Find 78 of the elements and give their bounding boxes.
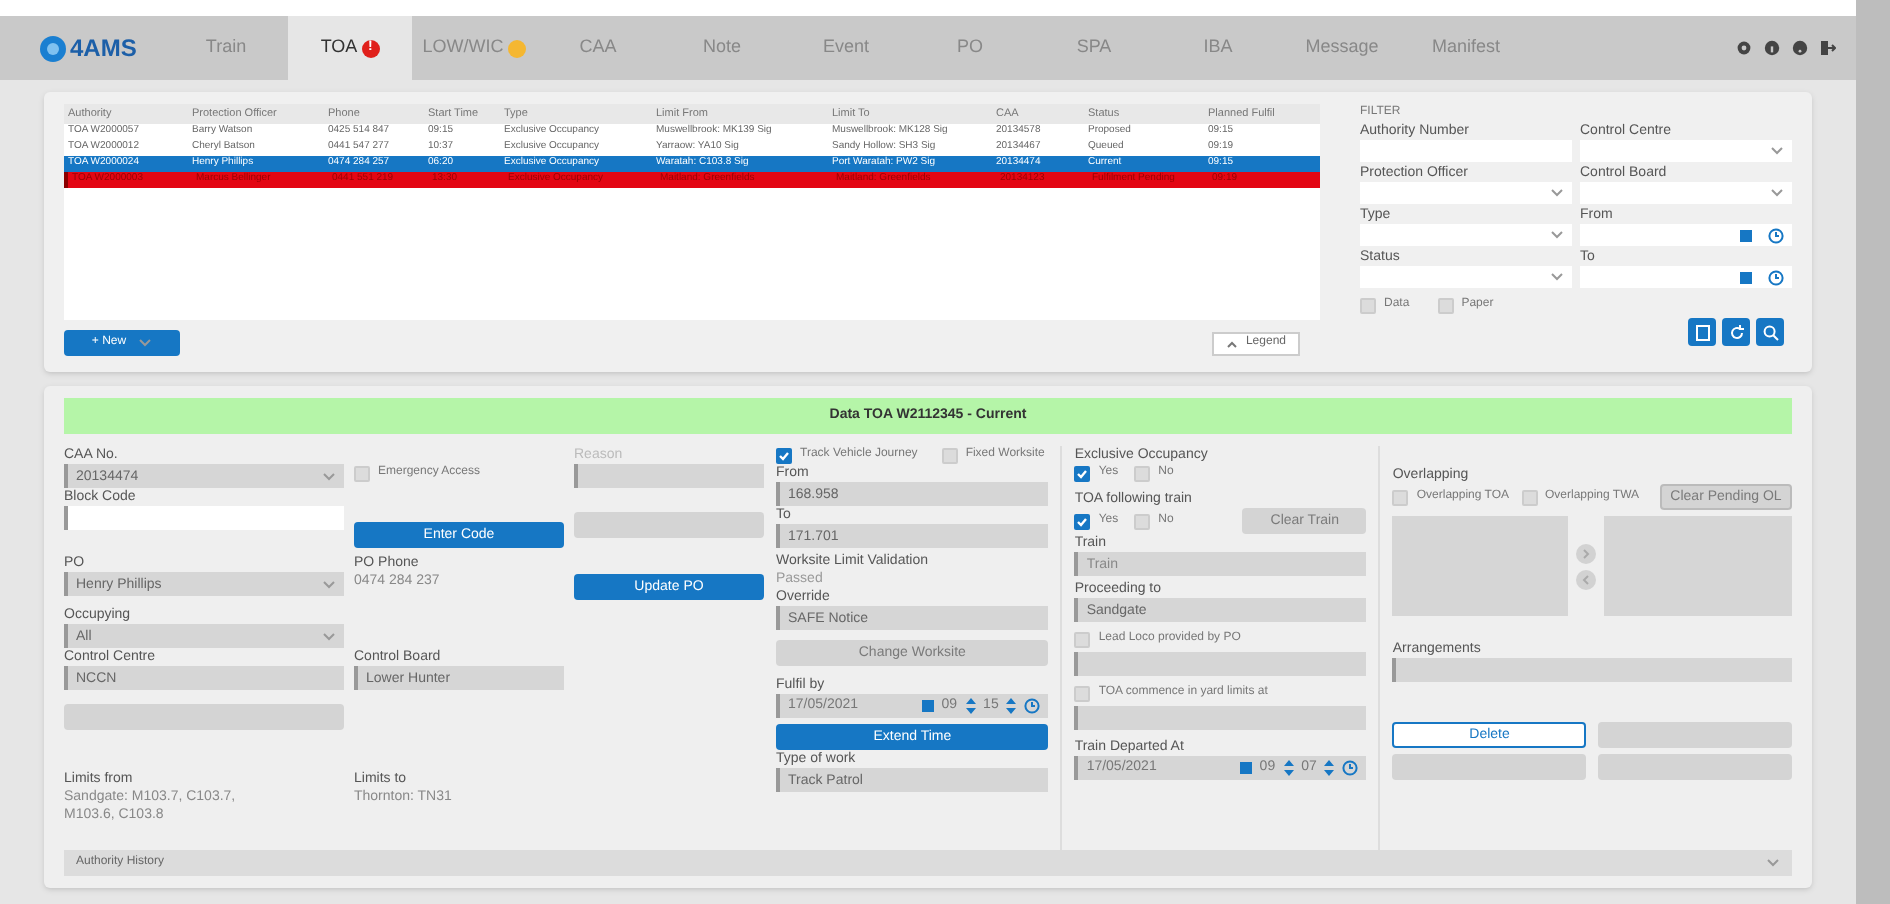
badge xyxy=(507,39,526,57)
clock-icon xyxy=(1342,760,1359,776)
tab[interactable]: PO xyxy=(908,16,1032,80)
checkbox[interactable] xyxy=(1392,489,1409,505)
checkbox[interactable] xyxy=(776,447,792,463)
chevron-right-icon[interactable] xyxy=(1576,543,1597,563)
clipboard-button[interactable] xyxy=(1688,318,1716,346)
refresh-icon xyxy=(1727,323,1745,341)
button[interactable] xyxy=(64,704,344,730)
refresh-button[interactable] xyxy=(1722,318,1750,346)
chevron-down-icon xyxy=(1550,188,1564,198)
checkbox[interactable] xyxy=(1134,513,1151,529)
search-icon xyxy=(1761,323,1779,341)
spinner-arrows-icon xyxy=(965,698,976,714)
settings-icon[interactable] xyxy=(1736,40,1752,56)
logout-icon[interactable] xyxy=(1820,40,1836,56)
tab[interactable]: LOW/WIC xyxy=(412,16,536,80)
input-field[interactable] xyxy=(64,506,344,530)
dropdown[interactable] xyxy=(1580,182,1792,204)
datetime-field[interactable] xyxy=(1580,224,1792,246)
chevron-down-icon xyxy=(1766,858,1780,868)
input-field[interactable] xyxy=(1392,658,1792,682)
list-box[interactable] xyxy=(1392,516,1569,616)
button[interactable] xyxy=(574,512,764,538)
dropdown[interactable] xyxy=(1580,140,1792,162)
calendar-icon xyxy=(1239,762,1252,774)
chevron-down-icon xyxy=(1770,188,1784,198)
calendar-icon xyxy=(1740,229,1752,241)
tab[interactable]: Note xyxy=(660,16,784,80)
checkbox[interactable] xyxy=(1134,465,1151,481)
button[interactable] xyxy=(1598,754,1792,780)
brand-name: 4AMS xyxy=(70,32,137,66)
tab[interactable]: CAA xyxy=(536,16,660,80)
button[interactable] xyxy=(1392,754,1587,780)
input-field[interactable] xyxy=(1074,652,1367,676)
datetime-field[interactable] xyxy=(1580,266,1792,288)
chevron-left-icon[interactable] xyxy=(1576,569,1597,589)
chevron-down-icon xyxy=(1550,230,1564,240)
tab[interactable]: SPA xyxy=(1032,16,1156,80)
button[interactable] xyxy=(1598,722,1792,748)
chevron-down-icon xyxy=(322,631,336,641)
checkbox[interactable] xyxy=(1074,465,1091,481)
search-button[interactable] xyxy=(1756,318,1784,346)
list-box[interactable] xyxy=(1604,516,1792,616)
tab[interactable]: Message xyxy=(1280,16,1404,80)
checkbox[interactable] xyxy=(1074,685,1091,701)
chevron-down-icon xyxy=(138,338,153,348)
tab[interactable]: Manifest xyxy=(1404,16,1528,80)
chevron-down-icon xyxy=(1770,146,1784,156)
tab[interactable]: Train xyxy=(164,16,288,80)
input-field[interactable] xyxy=(1074,706,1367,730)
help-icon[interactable] xyxy=(1792,40,1808,56)
calendar-icon xyxy=(1740,271,1752,283)
info-icon[interactable] xyxy=(1764,40,1780,56)
dropdown[interactable] xyxy=(1360,182,1572,204)
logo-icon xyxy=(40,35,66,61)
clock-icon xyxy=(1024,698,1041,714)
clipboard-icon xyxy=(1693,323,1711,341)
chevron-down-icon xyxy=(322,471,336,481)
chevron-up-icon xyxy=(1225,339,1238,347)
tab[interactable]: IBA xyxy=(1156,16,1280,80)
checkbox[interactable] xyxy=(354,465,370,481)
calendar-icon xyxy=(921,700,934,712)
spinner-arrows-icon xyxy=(1006,698,1017,714)
spinner-arrows-icon xyxy=(1324,760,1335,776)
checkbox[interactable] xyxy=(1074,513,1091,529)
chevron-down-icon xyxy=(1550,272,1564,282)
chevron-down-icon xyxy=(322,579,336,589)
checkbox[interactable] xyxy=(1521,489,1537,505)
clock-icon xyxy=(1768,269,1784,285)
spinner-arrows-icon xyxy=(1283,760,1294,776)
checkbox[interactable] xyxy=(1437,297,1454,313)
tab[interactable]: Event xyxy=(784,16,908,80)
checkbox[interactable] xyxy=(1074,631,1091,647)
checkbox[interactable] xyxy=(941,447,958,463)
clock-icon xyxy=(1768,227,1784,243)
checkbox[interactable] xyxy=(1360,297,1376,313)
input-field[interactable] xyxy=(574,464,764,488)
